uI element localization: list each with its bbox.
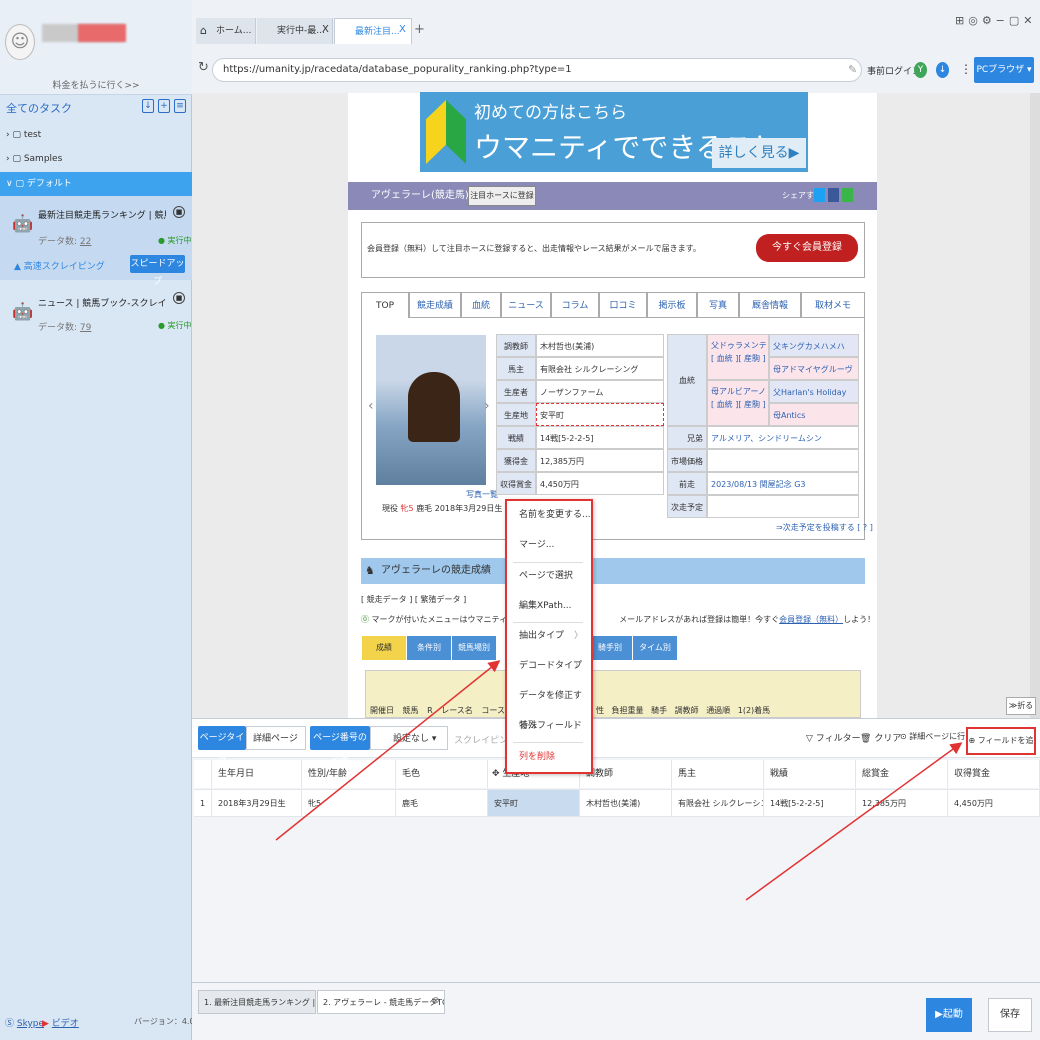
annotation-arrows bbox=[275, 660, 963, 901]
arrow-to-add-field bbox=[745, 742, 963, 901]
arrow-to-menu bbox=[275, 660, 501, 841]
